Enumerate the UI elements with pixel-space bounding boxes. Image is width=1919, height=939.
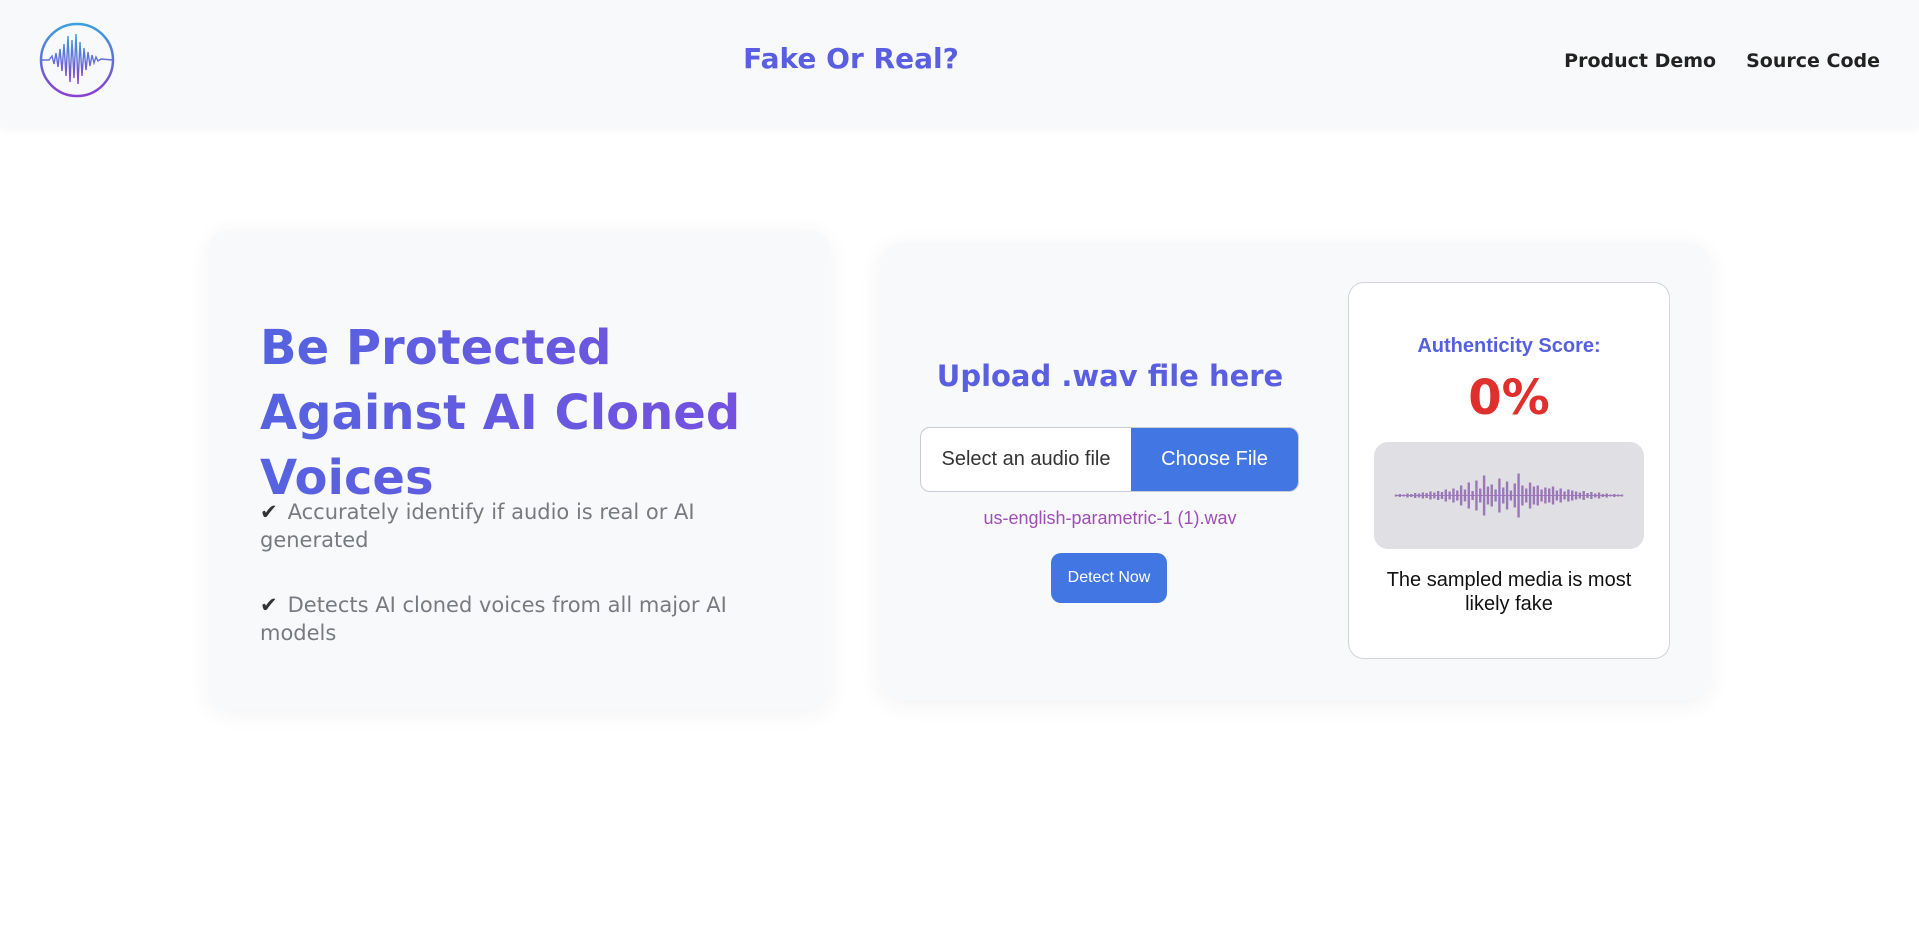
waveform-bar	[1605, 493, 1608, 498]
waveform-bar	[1536, 485, 1539, 506]
waveform-bar	[1517, 473, 1520, 518]
waveform-bar	[1590, 492, 1593, 499]
file-placeholder[interactable]: Select an audio file	[921, 428, 1131, 491]
nav-product-demo-link[interactable]: Product Demo	[1564, 50, 1716, 72]
waveform-bar	[1429, 491, 1432, 500]
waveform-bar	[1513, 483, 1516, 508]
waveform-bar	[1436, 491, 1440, 500]
waveform-bar	[1413, 493, 1417, 498]
waveform-bar	[1502, 487, 1505, 504]
waveform-bar	[1452, 488, 1455, 503]
waveform-bar	[1551, 486, 1555, 505]
waveform-bar	[1467, 482, 1470, 509]
waveform-bar	[1567, 489, 1570, 502]
waveform-bar	[1525, 488, 1528, 503]
waveform-bar	[1593, 493, 1597, 498]
nav-source-code-link[interactable]: Source Code	[1746, 50, 1880, 72]
waveform-bar	[1471, 491, 1474, 500]
waveform-bar	[1463, 489, 1467, 502]
checkmark-icon: ✔	[260, 500, 278, 524]
waveform-bar	[1394, 494, 1398, 497]
waveform-bar	[1532, 486, 1536, 505]
feature-item: ✔ Accurately identify if audio is real or…	[260, 498, 780, 554]
waveform-bar	[1417, 493, 1421, 498]
waveform-bar	[1582, 491, 1585, 500]
waveform-bar	[1402, 494, 1405, 497]
verdict-text: The sampled media is most likely fake	[1386, 569, 1632, 615]
checkmark-icon: ✔	[260, 593, 278, 617]
waveform-bar	[1505, 481, 1509, 510]
waveform-panel	[1374, 442, 1644, 549]
waveform-bar	[1433, 492, 1436, 499]
waveform-bar	[1482, 475, 1486, 516]
waveform-bar	[1601, 494, 1605, 497]
waveform-bar	[1486, 486, 1490, 505]
waveform-bar	[1421, 492, 1425, 499]
waveform-bar	[1620, 494, 1624, 497]
selected-file-name: us-english-parametric-1 (1).wav	[983, 508, 1237, 528]
result-card: Authenticity Score: 0% The sampled media…	[1348, 282, 1670, 659]
waveform-bar	[1597, 492, 1601, 499]
waveform-bar	[1410, 494, 1413, 497]
waveform-bar	[1544, 487, 1547, 504]
waveform-bar	[1475, 480, 1478, 511]
waveform-bar	[1613, 494, 1616, 497]
waveform-bar	[1563, 491, 1566, 500]
waveform-bar	[1586, 493, 1589, 498]
waveform-bar	[1548, 488, 1551, 503]
choose-file-button[interactable]: Choose File	[1131, 428, 1298, 491]
waveform-bar	[1571, 490, 1574, 501]
score-value: 0%	[1468, 370, 1550, 426]
score-label: Authenticity Score:	[1417, 335, 1601, 357]
waveform-bar	[1494, 489, 1497, 502]
waveform-bar	[1456, 490, 1459, 501]
navbar: Fake Or Real? Product Demo Source Code	[0, 0, 1919, 127]
feature-text: Accurately identify if audio is real or …	[260, 500, 695, 552]
waveform-bar	[1398, 494, 1402, 497]
waveform-bar	[1574, 491, 1578, 500]
waveform-bar	[1479, 488, 1482, 503]
site-title: Fake Or Real?	[743, 42, 959, 75]
waveform-bar	[1521, 485, 1524, 506]
waveform-bar	[1555, 490, 1559, 501]
nav-links: Product Demo Source Code	[1564, 50, 1880, 72]
waveform-bar	[1578, 492, 1582, 499]
detect-now-button[interactable]: Detect Now	[1051, 553, 1167, 603]
waveform-bar	[1616, 494, 1620, 497]
waveform-bar	[1498, 478, 1501, 513]
waveform-bar	[1440, 492, 1444, 499]
waveform-bar	[1609, 494, 1612, 497]
waveform-bar	[1559, 488, 1562, 503]
waveform-bar	[1425, 493, 1428, 498]
waveform-bar	[1509, 490, 1513, 501]
waveform-bar	[1528, 482, 1532, 509]
waveform-bar	[1448, 491, 1451, 500]
feature-item: ✔ Detects AI cloned voices from all major…	[260, 591, 780, 647]
waveform-bar	[1490, 484, 1493, 507]
waveform-bar	[1444, 489, 1447, 502]
hero-title: Be Protected Against AI Cloned Voices	[260, 316, 820, 511]
waveform-bar	[1540, 489, 1543, 502]
waveform-bar	[1406, 493, 1409, 498]
upload-title: Upload .wav file here	[936, 359, 1284, 393]
audio-waveform-icon	[1394, 473, 1624, 518]
waveform-bar	[1459, 485, 1463, 506]
hero-card: Be Protected Against AI Cloned Voices ✔ A…	[208, 230, 830, 710]
file-input[interactable]: Select an audio file Choose File	[920, 427, 1299, 492]
feature-text: Detects AI cloned voices from all major …	[260, 593, 727, 645]
detector-card: Upload .wav file here Select an audio fi…	[880, 243, 1710, 700]
